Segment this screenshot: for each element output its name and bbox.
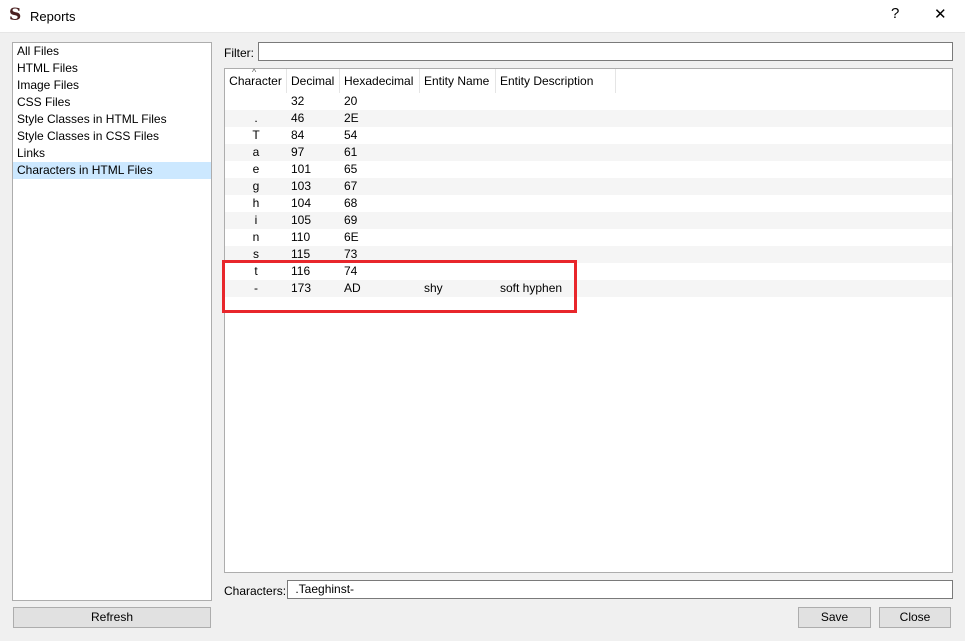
table-row[interactable]: a 97 61	[225, 144, 952, 161]
cell-hexadecimal: 65	[344, 162, 358, 176]
cell-hexadecimal: 6E	[344, 230, 359, 244]
title-bar: S Reports ? ✕	[0, 0, 965, 33]
cell-entity-description	[496, 212, 616, 229]
cell-decimal: 110	[291, 230, 311, 244]
cell-character: a	[252, 145, 260, 159]
cell-decimal: 46	[291, 111, 305, 125]
table-row[interactable]: T 84 54	[225, 127, 952, 144]
cell-decimal: 105	[291, 213, 312, 227]
cell-decimal: 104	[291, 196, 312, 210]
cell-character	[225, 93, 287, 110]
cell-entity-description	[496, 127, 616, 144]
filter-label: Filter:	[224, 46, 254, 60]
cell-character: g	[252, 179, 260, 193]
cell-hexadecimal: 20	[344, 94, 358, 108]
table-row[interactable]: . 46 2E	[225, 110, 952, 127]
cell-character: n	[252, 230, 260, 244]
cell-hexadecimal: 2E	[344, 111, 359, 125]
cell-hexadecimal: 68	[344, 196, 358, 210]
cell-decimal: 103	[291, 179, 312, 193]
cell-entity-description	[496, 195, 616, 212]
cell-entity-name	[420, 110, 496, 127]
table-row[interactable]: e 101 65	[225, 161, 952, 178]
cell-character: i	[254, 213, 258, 227]
close-button[interactable]: Close	[879, 607, 951, 628]
sidebar-item[interactable]: Style Classes in CSS Files	[13, 128, 211, 145]
cell-entity-description	[496, 144, 616, 161]
sidebar-item[interactable]: Characters in HTML Files	[13, 162, 211, 179]
cell-character: h	[252, 196, 260, 210]
highlight-rectangle	[222, 260, 577, 313]
sidebar-item[interactable]: Image Files	[13, 77, 211, 94]
cell-hexadecimal: 69	[344, 213, 358, 227]
cell-hexadecimal: 61	[344, 145, 358, 159]
cell-decimal: 84	[291, 128, 305, 142]
column-hexadecimal[interactable]: Hexadecimal	[340, 69, 420, 93]
cell-entity-description	[496, 178, 616, 195]
filter-input[interactable]	[258, 42, 953, 61]
cell-character: e	[252, 162, 260, 176]
table-row[interactable]: h 104 68	[225, 195, 952, 212]
cell-decimal: 32	[291, 94, 305, 108]
sidebar-item[interactable]: Links	[13, 145, 211, 162]
cell-entity-name	[420, 93, 496, 110]
sidebar-item[interactable]: HTML Files	[13, 60, 211, 77]
table-row[interactable]: g 103 67	[225, 178, 952, 195]
close-window-button[interactable]: ✕	[934, 5, 947, 23]
refresh-button[interactable]: Refresh	[13, 607, 211, 628]
cell-decimal: 97	[291, 145, 305, 159]
save-button[interactable]: Save	[798, 607, 871, 628]
characters-field[interactable]: .Taeghinst-	[287, 580, 953, 599]
cell-entity-description	[496, 161, 616, 178]
cell-entity-description	[496, 93, 616, 110]
column-entity-name[interactable]: Entity Name	[420, 69, 496, 93]
sidebar-item[interactable]: Style Classes in HTML Files	[13, 111, 211, 128]
table-row[interactable]: 32 20	[225, 93, 952, 110]
cell-entity-name	[420, 212, 496, 229]
cell-entity-name	[420, 195, 496, 212]
cell-character: T	[252, 128, 260, 142]
table-row[interactable]: n 110 6E	[225, 229, 952, 246]
cell-entity-name	[420, 127, 496, 144]
table-header: ^ Character Decimal Hexadecimal Entity N…	[225, 67, 952, 93]
column-entity-description[interactable]: Entity Description	[496, 69, 616, 93]
cell-entity-name	[420, 178, 496, 195]
window-title: Reports	[30, 9, 76, 24]
cell-entity-name	[420, 144, 496, 161]
cell-hexadecimal: 67	[344, 179, 358, 193]
sidebar-item[interactable]: All Files	[13, 43, 211, 60]
app-logo-icon: S	[9, 5, 22, 25]
sort-ascending-icon: ^	[252, 67, 257, 77]
cell-hexadecimal: 54	[344, 128, 358, 142]
cell-entity-description	[496, 110, 616, 127]
cell-entity-name	[420, 229, 496, 246]
column-decimal[interactable]: Decimal	[287, 69, 340, 93]
cell-character: .	[254, 111, 258, 125]
sidebar-item[interactable]: CSS Files	[13, 94, 211, 111]
characters-table: ^ Character Decimal Hexadecimal Entity N…	[224, 67, 953, 573]
cell-entity-name	[420, 161, 496, 178]
cell-entity-description	[496, 229, 616, 246]
cell-decimal: 101	[291, 162, 312, 176]
table-row[interactable]: i 105 69	[225, 212, 952, 229]
help-button[interactable]: ?	[891, 5, 899, 22]
report-type-list[interactable]: All Files HTML Files Image Files CSS Files S…	[12, 42, 212, 601]
characters-label: Characters:	[224, 584, 287, 598]
